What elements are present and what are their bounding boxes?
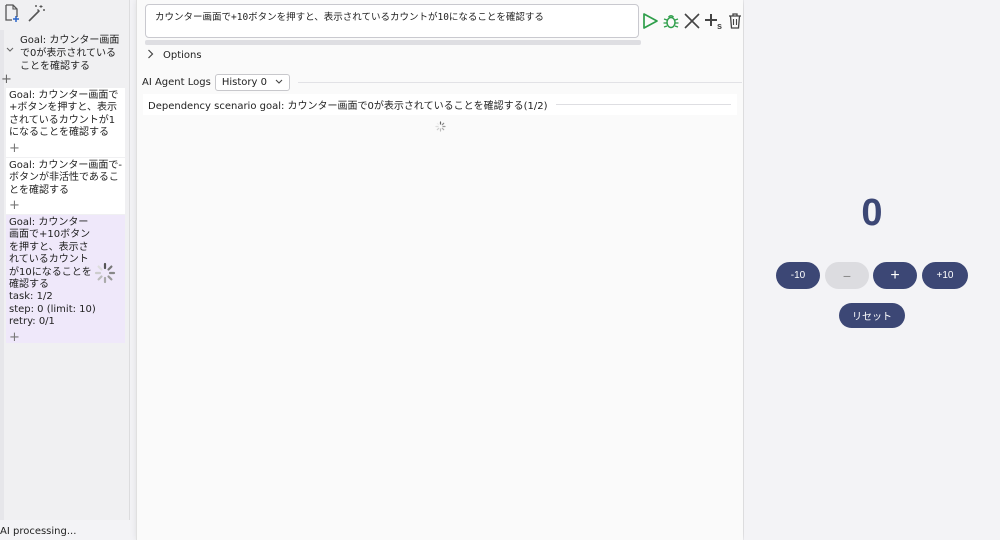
minus-10-button[interactable]: -10 <box>776 262 820 289</box>
goal-card-label: Goal: カウンター画面で+10ボタンを押すと、表示されているカウントが10に… <box>9 217 92 291</box>
goal-prompt-input[interactable]: カウンター画面で+10ボタンを押すと、表示されているカウントが10になることを確… <box>145 4 639 38</box>
counter-value: 0 <box>861 192 883 234</box>
status-text: AI processing... <box>0 526 77 537</box>
root-goal-item[interactable]: Goal: カウンター画面で0が表示されていることを確認する <box>4 34 126 73</box>
history-value: History 0 <box>221 77 267 88</box>
goal-card-label: Goal: カウンター画面で+ボタンを押すと、表示されているカウントが1になるこ… <box>9 90 119 139</box>
spinner-icon <box>435 121 446 135</box>
close-icon[interactable] <box>683 12 701 30</box>
counter-app: 0 -10 − + +10 リセット <box>744 0 1000 540</box>
logs-header: AI Agent Logs History 0 <box>142 74 742 91</box>
bug-icon[interactable] <box>662 12 680 30</box>
trash-icon[interactable] <box>727 12 743 30</box>
spinner-icon <box>94 262 116 284</box>
chevron-down-icon[interactable] <box>4 34 16 73</box>
chevron-right-icon <box>147 49 157 62</box>
options-label: Options <box>163 50 202 61</box>
prompt-scrollbar[interactable] <box>145 40 641 45</box>
divider <box>555 104 731 105</box>
editor-panel: カウンター画面で+10ボタンを押すと、表示されているカウントが10になることを確… <box>136 0 743 540</box>
magic-wand-icon[interactable] <box>26 2 46 24</box>
options-toggle[interactable]: Options <box>147 49 202 62</box>
dependency-text: Dependency scenario goal: カウンター画面で0が表示され… <box>148 101 548 112</box>
add-step-button[interactable]: + <box>9 199 122 212</box>
play-icon[interactable] <box>641 12 659 30</box>
dependency-log-row[interactable]: Dependency scenario goal: カウンター画面で0が表示され… <box>143 94 737 115</box>
sidebar-scroll-strip[interactable] <box>0 30 4 520</box>
goal-card-label: Goal: カウンター画面で-ボタンが非活性であることを確認する <box>9 160 122 196</box>
add-step-button[interactable]: + <box>9 142 122 155</box>
retry-progress: retry: 0/1 <box>9 316 55 328</box>
goal-card[interactable]: Goal: カウンター画面で+ボタンを押すと、表示されているカウントが1になるこ… <box>6 88 125 157</box>
divider <box>297 82 742 83</box>
minus-button[interactable]: − <box>825 262 869 289</box>
svg-text:s: s <box>717 21 722 30</box>
step-progress: step: 0 (limit: 10) <box>9 303 96 315</box>
task-progress: task: 1/2 <box>9 291 53 303</box>
reset-button[interactable]: リセット <box>839 303 905 328</box>
active-goal-card[interactable]: Goal: カウンター画面で+10ボタンを押すと、表示されているカウントが10に… <box>6 215 125 344</box>
chevron-down-icon <box>275 77 283 88</box>
sidebar-toolbar <box>2 2 46 26</box>
add-step-icon[interactable]: s <box>704 12 724 30</box>
goal-card[interactable]: Goal: カウンター画面で-ボタンが非活性であることを確認する + <box>6 158 125 215</box>
scenario-sidebar: Goal: カウンター画面で0が表示されていることを確認する + Goal: カ… <box>0 0 130 520</box>
plus-10-button[interactable]: +10 <box>922 262 968 289</box>
add-goal-button[interactable]: + <box>1 73 12 86</box>
root-goal-label: Goal: カウンター画面で0が表示されていることを確認する <box>20 35 120 72</box>
history-select[interactable]: History 0 <box>214 74 290 91</box>
add-step-button[interactable]: + <box>9 331 122 344</box>
new-file-icon[interactable] <box>2 2 22 24</box>
logs-title: AI Agent Logs <box>142 77 211 88</box>
action-toolbar: s <box>641 12 743 30</box>
plus-button[interactable]: + <box>873 262 917 289</box>
